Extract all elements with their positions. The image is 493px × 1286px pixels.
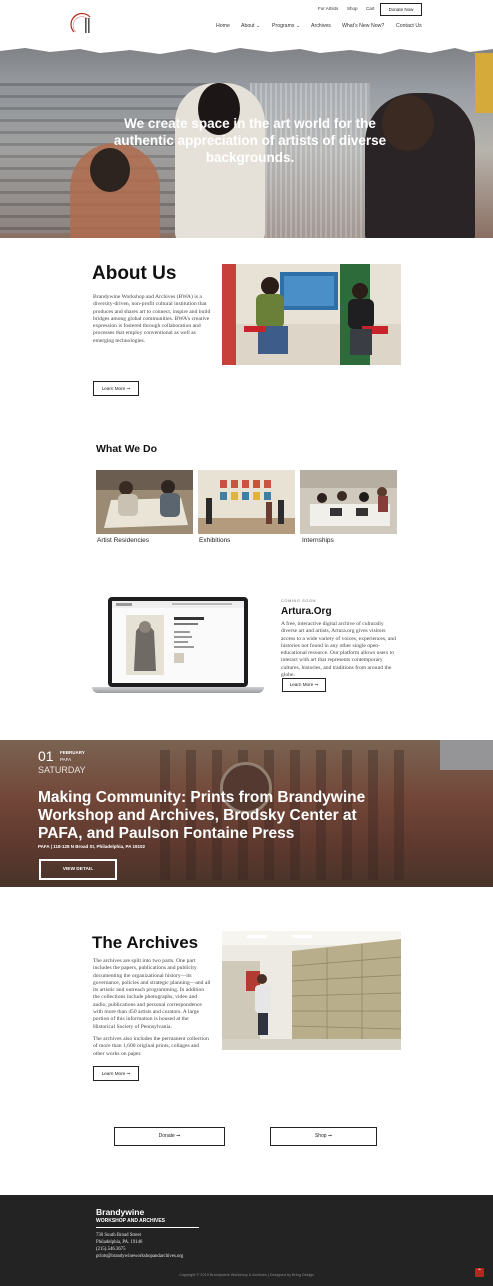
chevron-down-icon: ⌄	[256, 23, 261, 29]
shop-button[interactable]: Shop ➞	[270, 1127, 377, 1146]
brandywine-logo-icon	[70, 12, 91, 33]
artura-heading: Artura.Org	[281, 606, 332, 617]
residencies-image[interactable]	[96, 470, 193, 534]
event-address: PAFA | 118-128 N Broad St, Philadelphia,…	[38, 844, 146, 849]
residencies-label[interactable]: Artist Residencies	[97, 537, 149, 544]
nav-contact[interactable]: Contact Us	[396, 23, 422, 29]
exhibitions-image[interactable]	[198, 470, 295, 534]
about-learn-more-button[interactable]: Learn More ➞	[93, 381, 139, 396]
footer-phone[interactable]: (215).546.3675	[96, 1247, 126, 1252]
footer-copyright: Copyright © 2019 Brandywine Workshop & A…	[179, 1273, 314, 1277]
archives-photo	[222, 931, 401, 1050]
event-day: 01	[38, 748, 54, 764]
event-month: FEBRUARY	[60, 750, 85, 755]
nav-home[interactable]: Home	[216, 23, 230, 29]
artura-body: A free, interactive digital archive of c…	[281, 621, 396, 679]
donate-now-button[interactable]: Donate Now	[380, 3, 422, 16]
about-photo	[222, 264, 401, 365]
laptop-base	[92, 687, 264, 693]
laptop-screen	[112, 601, 244, 683]
about-body: Brandywine Workshop and Archives (BWA) i…	[93, 294, 211, 344]
nav-archives[interactable]: Archives	[311, 23, 331, 29]
artura-learn-more-button[interactable]: Learn More ➞	[282, 678, 326, 692]
nav-programs[interactable]: Programs ⌄	[272, 23, 300, 29]
for-artists-link[interactable]: For Artists	[318, 6, 338, 11]
shop-link[interactable]: Shop	[347, 6, 358, 11]
footer-city: Philadelphia, PA. 19146	[96, 1240, 143, 1245]
chevron-down-icon: ⌄	[295, 23, 301, 29]
nav-whats-new[interactable]: What's New Now?	[342, 23, 384, 29]
logo[interactable]	[68, 12, 98, 36]
event-weekday: SATURDAY	[38, 765, 86, 775]
hero-banner: We create space in the art world for the…	[0, 43, 493, 238]
torn-paper-edge	[0, 43, 493, 54]
nav-about-label: About	[241, 23, 255, 29]
hero-background	[475, 53, 493, 113]
archives-body: The archives are split into two parts. O…	[93, 958, 211, 1030]
nav-about[interactable]: About ⌄	[241, 23, 260, 29]
internships-image[interactable]	[300, 470, 397, 534]
exhibitions-label[interactable]: Exhibitions	[199, 537, 230, 544]
about-heading: About Us	[92, 263, 177, 284]
footer-email[interactable]: prints@brandywineworkshopandarchives.org	[96, 1254, 183, 1259]
footer-brand: Brandywine	[96, 1207, 145, 1217]
footer-divider	[96, 1227, 199, 1228]
internships-label[interactable]: Internships	[302, 537, 334, 544]
event-title[interactable]: Making Community: Prints from Brandywine…	[38, 789, 378, 843]
what-we-do-heading: What We Do	[96, 443, 158, 455]
archives-learn-more-button[interactable]: Learn More ➞	[93, 1066, 139, 1081]
footer-subtitle: WORKSHOP AND ARCHIVES	[96, 1218, 165, 1224]
event-place: PAFA	[60, 757, 72, 762]
coming-soon-kicker: COMING SOON	[281, 598, 316, 603]
archives-body-2: The archives also includes the permanent…	[93, 1036, 209, 1057]
footer-address: 730 South Broad Street	[96, 1233, 141, 1238]
scroll-to-top-icon[interactable]: ⌃	[475, 1268, 484, 1277]
cart-link[interactable]: Cart	[366, 6, 375, 11]
hero-title: We create space in the art world for the…	[113, 116, 387, 165]
archives-heading: The Archives	[92, 933, 199, 952]
donate-button[interactable]: Donate ➞	[114, 1127, 225, 1146]
nav-programs-label: Programs	[272, 23, 295, 29]
view-detail-button[interactable]: VIEW DETAIL	[39, 859, 117, 880]
